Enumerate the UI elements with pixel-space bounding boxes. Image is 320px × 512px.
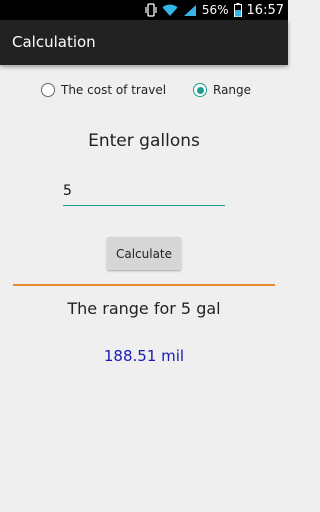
vibrate-icon: [145, 3, 157, 17]
clock: 16:57: [246, 2, 284, 18]
result-label: The range for 5 gal: [67, 299, 221, 318]
divider: [13, 284, 275, 286]
status-icons: 56% 16:57: [145, 0, 284, 20]
radio-cost-of-travel[interactable]: The cost of travel: [41, 80, 166, 100]
result-value: 188.51 mil: [103, 347, 185, 365]
battery-percent: 56%: [201, 3, 229, 17]
radio-label: Range: [213, 83, 252, 97]
status-bar: 56% 16:57: [0, 0, 288, 20]
radio-range[interactable]: Range: [193, 80, 251, 100]
app-title: Calculation: [12, 33, 96, 51]
calculate-button[interactable]: Calculate: [107, 237, 181, 270]
radio-checked-icon: [193, 83, 207, 97]
radio-unchecked-icon: [41, 83, 55, 97]
signal-icon: [183, 4, 197, 17]
action-bar: Calculation: [0, 20, 288, 65]
wifi-icon: [162, 4, 178, 17]
gallons-input[interactable]: [63, 178, 225, 206]
gallons-prompt: Enter gallons: [88, 131, 200, 151]
mode-radio-group: The cost of travel Range: [0, 80, 288, 100]
radio-label: The cost of travel: [61, 83, 167, 97]
battery-icon: [233, 3, 242, 17]
